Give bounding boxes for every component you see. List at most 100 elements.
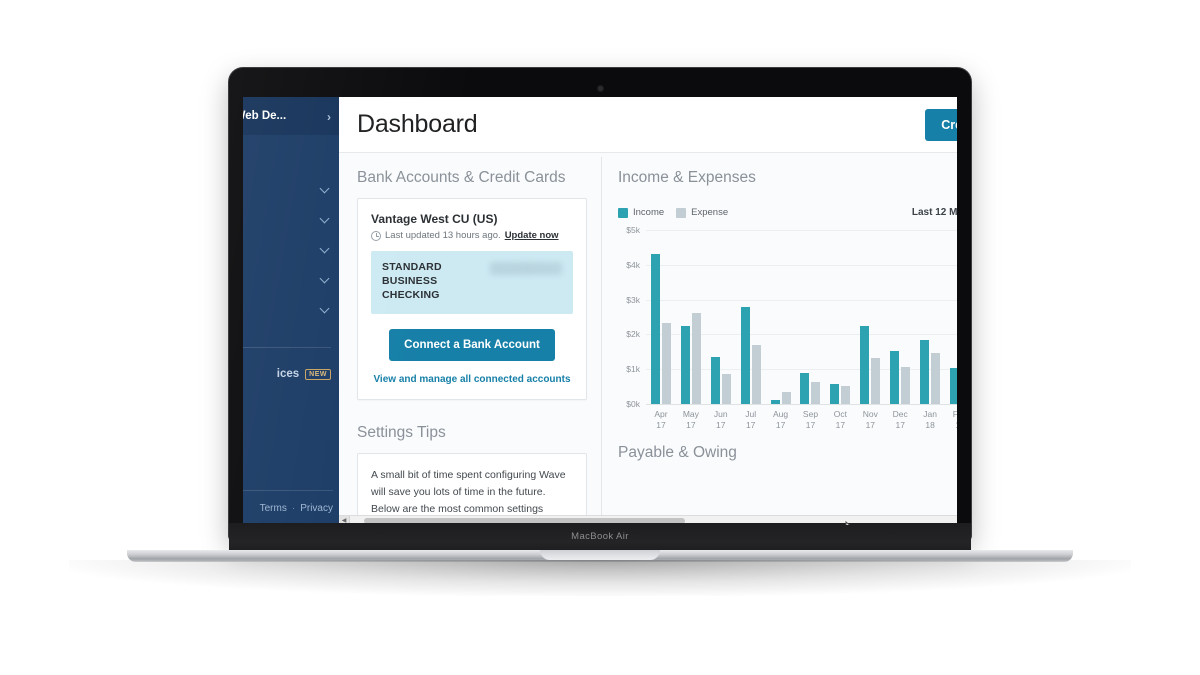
sidebar-nav-extra: ices NEW	[243, 348, 339, 389]
chart-month-group[interactable]: Aug 17	[766, 230, 796, 430]
chart-bar-income[interactable]	[890, 351, 900, 404]
chart-bar-income[interactable]	[920, 340, 930, 404]
last-updated-text: Last updated 13 hours ago.	[385, 230, 501, 241]
page-header: Dashboard Crea	[339, 97, 957, 153]
sidebar-item-3[interactable]: s	[243, 205, 339, 235]
legend-swatch	[676, 207, 687, 218]
chart-bar-income[interactable]	[770, 400, 780, 404]
sidebar-footer: Terms · Privacy	[243, 491, 339, 525]
chart-month-group[interactable]: Jun 17	[706, 230, 736, 430]
chart-bar-expense[interactable]	[871, 357, 881, 404]
chart-legend: Income Expense	[618, 207, 728, 218]
terms-link[interactable]: Terms	[260, 503, 287, 514]
chart-x-tick-label: Jun 17	[713, 409, 728, 431]
chart-month-group[interactable]: Oct 17	[825, 230, 855, 430]
chart-bar-expense[interactable]	[901, 367, 911, 404]
chart-month-group[interactable]: Dec 17	[885, 230, 915, 430]
chevron-down-icon	[321, 275, 330, 284]
chart-y-tick-label: $5k	[626, 225, 640, 235]
chart-month-group[interactable]: Jul 17	[736, 230, 766, 430]
sidebar-item-label: ices	[276, 368, 300, 380]
privacy-link[interactable]: Privacy	[300, 503, 333, 514]
create-button[interactable]: Crea	[925, 108, 957, 141]
income-expenses-chart: $0k $1k $2k $3k $4k $5k Apr 17 May 17 Jun 17 Jul 17 A…	[618, 225, 957, 430]
sidebar-business-switcher[interactable]: k Web De... ›	[243, 97, 339, 135]
legend-entry-income[interactable]: Income	[618, 207, 664, 218]
laptop-shadow	[69, 560, 1131, 596]
chart-bar-income[interactable]	[650, 253, 660, 404]
chart-bar-income[interactable]	[830, 384, 840, 404]
status-badge-new: NEW	[305, 368, 331, 380]
chart-bar-expense[interactable]	[781, 392, 791, 404]
chart-x-tick-label: Apr 17	[654, 409, 668, 431]
legend-entry-expense[interactable]: Expense	[676, 207, 728, 218]
sidebar-item-2[interactable]	[243, 175, 339, 205]
chart-bar-income[interactable]	[860, 326, 870, 404]
chart-bar-expense[interactable]	[751, 344, 761, 404]
payable-owing-title: Payable & Owing	[618, 444, 737, 461]
chart-x-tick-label: Nov 17	[862, 409, 878, 431]
legend-swatch	[618, 207, 628, 218]
right-column: Income & Expenses Income Expense Last 12 …	[602, 153, 957, 525]
update-now-link[interactable]: Update now	[505, 230, 559, 241]
chart-x-tick-label: Sep 17	[802, 409, 819, 431]
chart-range-selector[interactable]: Last 12 Mont	[912, 207, 957, 218]
chart-bar-expense[interactable]	[661, 322, 671, 404]
chart-month-group[interactable]: May 17	[676, 230, 706, 430]
chart-x-tick-label: Oct 17	[833, 409, 847, 431]
chart-y-tick-label: $2k	[626, 329, 640, 340]
chart-bar-expense[interactable]	[931, 352, 941, 404]
chart-bar-expense[interactable]	[811, 381, 821, 404]
account-tile[interactable]: STANDARD BUSINESS CHECKING	[371, 251, 573, 314]
sidebar-item-4[interactable]: ng	[243, 235, 339, 265]
bank-name: Vantage West CU (US)	[371, 212, 498, 226]
chart-month-group[interactable]: Feb18	[945, 230, 957, 430]
dashboard-columns: Bank Accounts & Credit Cards Vantage Wes…	[339, 153, 957, 525]
laptop-notch	[540, 550, 660, 560]
chevron-down-icon	[321, 185, 330, 194]
chart-bar-income[interactable]	[680, 326, 690, 404]
account-balance-redacted	[490, 262, 562, 275]
laptop-lid: k Web De... › d s	[229, 68, 971, 540]
chart-bar-expense[interactable]	[691, 313, 701, 404]
chart-y-tick-label: $3k	[626, 294, 640, 305]
chart-month-group[interactable]: Sep 17	[796, 230, 826, 430]
chart-bar-income[interactable]	[740, 306, 750, 404]
chart-month-group[interactable]: Nov 17	[855, 230, 885, 430]
connect-bank-account-button[interactable]: Connect a Bank Account	[389, 328, 555, 361]
laptop-mockup: k Web De... › d s	[69, 68, 1131, 596]
chart-month-group[interactable]: Jan 18	[915, 230, 945, 430]
chart-y-tick-label: $0k	[626, 399, 640, 409]
sidebar-item-dashboard[interactable]: d	[243, 145, 339, 175]
sidebar-item-5[interactable]	[243, 265, 339, 295]
chevron-right-icon: ›	[327, 110, 331, 124]
chart-bar-expense[interactable]	[841, 385, 851, 404]
chevron-down-icon	[321, 245, 330, 254]
bank-updated-row: Last updated 13 hours ago. Update now	[371, 230, 573, 241]
legend-label: Income	[633, 207, 665, 218]
sidebar-business-name: k Web De...	[243, 110, 287, 122]
settings-tips-title: Settings Tips	[357, 423, 446, 441]
chart-bar-expense[interactable]	[721, 374, 731, 404]
chart-x-tick-label: Jan 18	[923, 409, 937, 431]
sidebar-item-6[interactable]	[243, 295, 339, 325]
chevron-down-icon	[321, 305, 330, 314]
chart-y-tick-label: $1k	[626, 364, 640, 375]
chevron-down-icon	[321, 215, 330, 224]
sidebar: k Web De... › d s	[243, 97, 339, 525]
bank-account-card: Vantage West CU (US) Last updated 13 hou…	[357, 198, 587, 400]
income-expenses-section-title: Income & Expenses	[618, 169, 756, 186]
chart-plot-area: $0k $1k $2k $3k $4k $5k Apr 17 May 17 Jun 17 Jul 17 A…	[626, 225, 957, 430]
chart-gridline	[646, 404, 957, 405]
chart-x-tick-label: Aug 17	[773, 409, 789, 431]
chart-bar-income[interactable]	[950, 368, 957, 404]
chart-x-tick-label: May 17	[682, 409, 699, 431]
chart-y-tick-label: $4k	[626, 259, 640, 270]
chart-bar-income[interactable]	[710, 357, 720, 404]
chart-month-group[interactable]: Apr 17	[646, 230, 676, 430]
view-manage-accounts-link[interactable]: View and manage all connected accounts	[371, 374, 573, 385]
sidebar-item-services[interactable]: ices NEW	[243, 359, 339, 389]
chart-header: Income Expense Last 12 Mont	[618, 198, 957, 218]
chart-bar-income[interactable]	[800, 372, 810, 404]
